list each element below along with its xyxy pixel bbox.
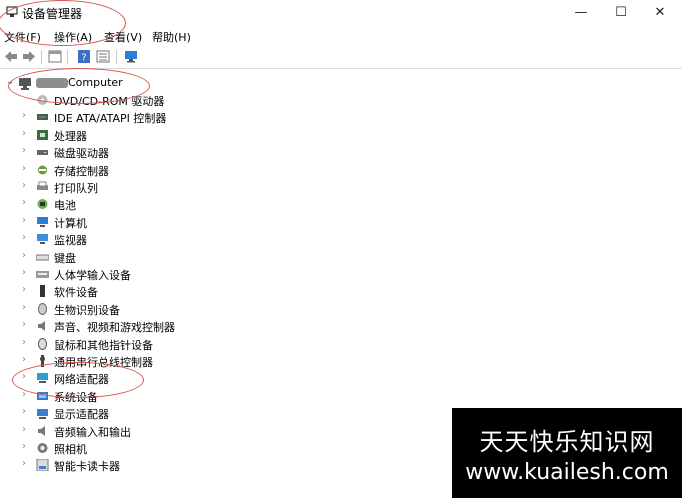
chevron-right-icon[interactable]: ›: [22, 180, 26, 191]
software-device-icon: [40, 285, 45, 298]
tree-item-label: 监视器: [54, 234, 87, 248]
chevron-right-icon[interactable]: ›: [22, 406, 26, 417]
tree-item[interactable]: › 计算机: [0, 214, 300, 231]
annotation-ellipse-network: [12, 362, 144, 398]
tree-item-label: 电池: [54, 199, 76, 213]
chevron-right-icon[interactable]: ›: [22, 163, 26, 174]
chevron-right-icon[interactable]: ›: [22, 215, 26, 226]
view-icon[interactable]: [96, 50, 110, 63]
chevron-right-icon[interactable]: ›: [22, 284, 26, 295]
tree-item-label: 照相机: [54, 443, 87, 456]
tree-item-label: 软件设备: [54, 286, 98, 300]
keyboard-icon: [36, 254, 49, 261]
forward-icon[interactable]: [22, 50, 36, 63]
tree-item-label: 生物识别设备: [54, 303, 120, 317]
annotation-ellipse-title: [0, 0, 126, 46]
tree-item-label: 鼠标和其他指针设备: [54, 338, 153, 352]
computer-icon: [37, 216, 48, 227]
tree-item[interactable]: › 监视器: [0, 231, 300, 248]
chevron-right-icon[interactable]: ›: [22, 424, 26, 435]
chevron-right-icon[interactable]: ›: [22, 110, 26, 121]
disk-icon: [37, 150, 48, 156]
tree-item[interactable]: › 照相机: [0, 440, 300, 457]
ide-icon: [37, 114, 48, 121]
minimize-button[interactable]: —: [571, 4, 591, 22]
biometric-icon: [38, 302, 47, 315]
tree-item-label: 声音、视频和游戏控制器: [54, 321, 175, 335]
tree-item[interactable]: › 键盘: [0, 249, 300, 266]
tree-item[interactable]: › 智能卡读卡器: [0, 457, 300, 474]
tree-item-label: 处理器: [54, 129, 87, 143]
tree-item-label: 显示适配器: [54, 408, 109, 422]
battery-icon: [37, 199, 48, 210]
svg-text:?: ?: [81, 53, 86, 64]
tree-item-label: 音频输入和输出: [54, 425, 131, 439]
watermark-title: 天天快乐知识网: [479, 428, 655, 456]
menu-help[interactable]: 帮助(H): [152, 29, 191, 45]
monitor-icon[interactable]: [124, 50, 138, 63]
tree-item-label: 键盘: [54, 251, 76, 265]
chevron-right-icon[interactable]: ›: [22, 319, 26, 330]
chevron-right-icon[interactable]: ›: [22, 267, 26, 278]
tree-item-label: 打印队列: [54, 182, 98, 195]
tree-item[interactable]: › 音频输入和输出: [0, 423, 300, 440]
annotation-ellipse-computer: [8, 68, 150, 104]
audio-icon: [38, 425, 45, 436]
help-icon[interactable]: ?: [77, 50, 91, 63]
chevron-right-icon[interactable]: ›: [22, 145, 26, 156]
chevron-right-icon[interactable]: ›: [22, 232, 26, 243]
tree-item-label: 磁盘驱动器: [54, 147, 109, 161]
chevron-right-icon[interactable]: ›: [22, 197, 26, 208]
cpu-icon: [37, 129, 48, 140]
tree-item-label: 计算机: [54, 216, 87, 230]
hid-icon: [36, 271, 49, 278]
chevron-right-icon[interactable]: ›: [22, 458, 26, 469]
chevron-right-icon[interactable]: ›: [22, 128, 26, 139]
chevron-right-icon[interactable]: ›: [22, 337, 26, 348]
tree-item-label: 存储控制器: [54, 164, 109, 178]
tree-item[interactable]: › 声音、视频和游戏控制器: [0, 318, 300, 335]
watermark-box: 天天快乐知识网 www.kuailesh.com: [452, 408, 682, 498]
close-button[interactable]: ✕: [650, 4, 670, 22]
smartcard-icon: [36, 459, 49, 472]
tree-item[interactable]: › 显示适配器: [0, 405, 300, 422]
storage-icon: [38, 165, 47, 175]
tree-item-label: IDE ATA/ATAPI 控制器: [54, 112, 167, 126]
tree-item[interactable]: › IDE ATA/ATAPI 控制器: [0, 109, 300, 126]
chevron-right-icon[interactable]: ›: [22, 354, 26, 365]
display-icon: [37, 409, 48, 420]
tree-item[interactable]: › 磁盘驱动器: [0, 144, 300, 161]
printer-icon: [37, 181, 48, 190]
tree-item-label: 人体学输入设备: [54, 269, 131, 282]
tree-item-label: 智能卡读卡器: [54, 460, 120, 474]
tree-item[interactable]: › 电池: [0, 196, 300, 213]
tree-item[interactable]: › 人体学输入设备: [0, 266, 300, 283]
tree-item[interactable]: › 鼠标和其他指针设备: [0, 336, 300, 353]
chevron-right-icon[interactable]: ›: [22, 441, 26, 452]
toolbar-separator: [116, 50, 117, 64]
maximize-button[interactable]: ☐: [611, 4, 631, 22]
back-icon[interactable]: [4, 50, 18, 63]
toolbar: ?: [0, 46, 682, 69]
monitor-icon: [37, 234, 48, 245]
tree-item[interactable]: › 处理器: [0, 127, 300, 144]
properties-icon[interactable]: [48, 50, 62, 63]
toolbar-separator: [41, 50, 42, 64]
tree-item[interactable]: › 存储控制器: [0, 162, 300, 179]
tree-item[interactable]: › 打印队列: [0, 179, 300, 196]
chevron-right-icon[interactable]: ›: [22, 302, 26, 313]
watermark-url: www.kuailesh.com: [465, 460, 669, 485]
camera-icon: [37, 443, 48, 453]
sound-icon: [38, 321, 45, 332]
mouse-icon: [38, 337, 47, 350]
tree-item[interactable]: › 生物识别设备: [0, 301, 300, 318]
chevron-right-icon[interactable]: ›: [22, 250, 26, 261]
tree-item[interactable]: › 软件设备: [0, 283, 300, 300]
toolbar-separator: [67, 50, 68, 64]
